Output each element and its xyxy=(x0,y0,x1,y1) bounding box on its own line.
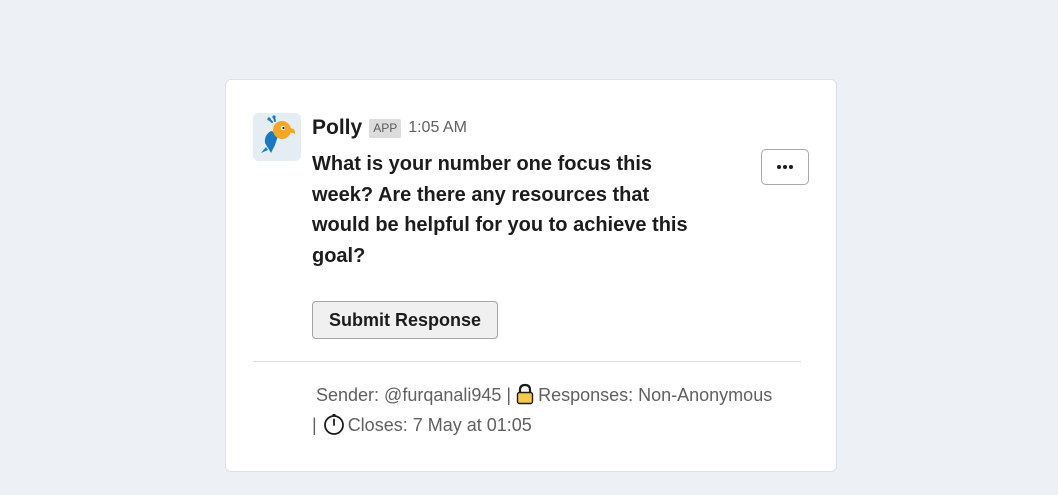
app-name[interactable]: Polly xyxy=(312,116,362,140)
poll-question: What is your number one focus this week?… xyxy=(312,153,688,267)
divider xyxy=(253,361,801,362)
more-actions-button[interactable] xyxy=(761,149,809,185)
sender-text: Sender: @furqanali945 | xyxy=(316,385,512,405)
submit-response-button[interactable]: Submit Response xyxy=(312,301,499,339)
message-header: Polly APP 1:05 AM xyxy=(312,116,467,140)
footer-separator: | xyxy=(312,415,317,435)
ellipsis-icon xyxy=(777,165,793,169)
message-timestamp[interactable]: 1:05 AM xyxy=(408,119,467,137)
stopwatch-icon xyxy=(323,413,345,442)
closes-text: Closes: 7 May at 01:05 xyxy=(347,415,532,435)
lock-icon xyxy=(515,383,535,412)
poll-message-card: Polly APP 1:05 AM What is your number on… xyxy=(225,79,837,472)
polly-avatar[interactable] xyxy=(253,113,301,161)
responses-text: Responses: Non-Anonymous xyxy=(538,385,773,405)
parrot-logo-icon xyxy=(253,113,301,161)
poll-footer: Sender: @furqanali945 | Responses: Non-A… xyxy=(312,382,812,442)
app-badge: APP xyxy=(369,118,402,138)
